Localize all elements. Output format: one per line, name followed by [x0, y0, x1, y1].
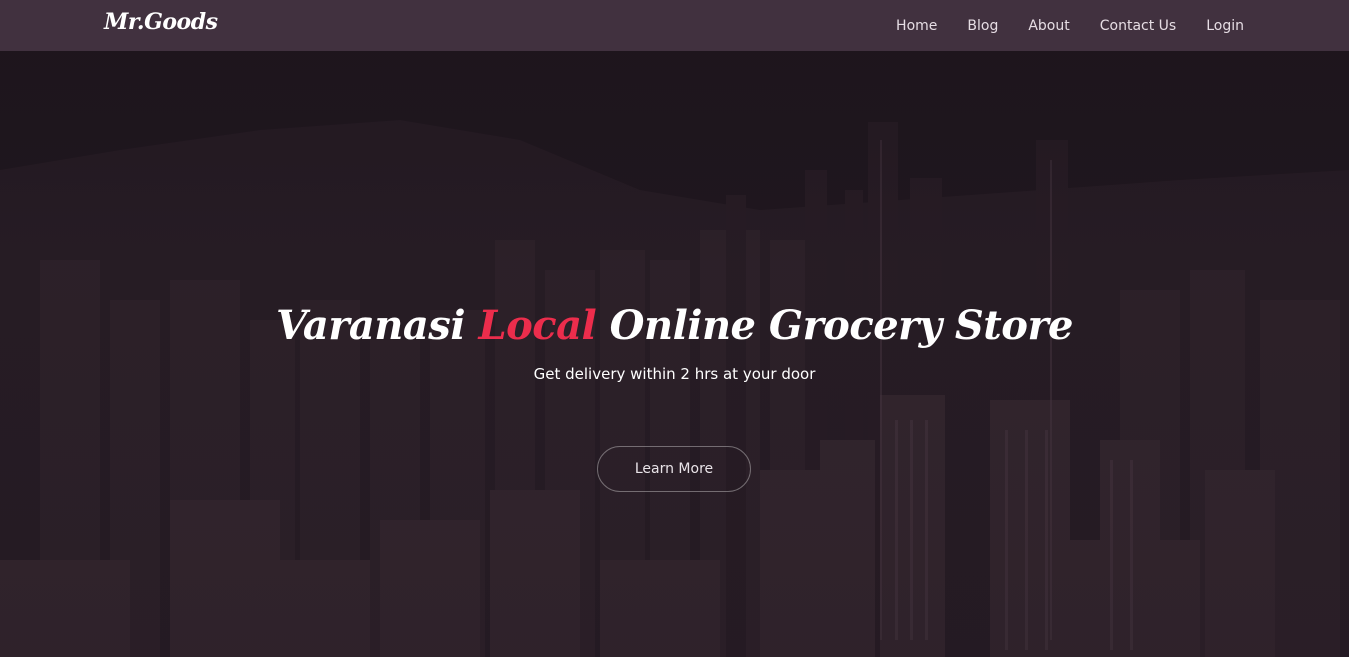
- top-navbar: Mr.Goods Home Blog About Contact Us Logi…: [0, 0, 1349, 51]
- nav-link-home[interactable]: Home: [896, 18, 937, 34]
- hero-subheadline: Get delivery within 2 hrs at your door: [533, 365, 816, 383]
- brand-logo[interactable]: Mr.Goods: [104, 9, 218, 35]
- nav-link-login[interactable]: Login: [1206, 18, 1244, 34]
- learn-more-button[interactable]: Learn More: [597, 446, 751, 492]
- nav-link-about[interactable]: About: [1028, 18, 1069, 34]
- hero-content: Varanasi Local Online Grocery Store Get …: [0, 0, 1349, 657]
- landing-page: Mr.Goods Home Blog About Contact Us Logi…: [0, 0, 1349, 657]
- nav-link-contact-us[interactable]: Contact Us: [1100, 18, 1176, 34]
- nav-menu: Home Blog About Contact Us Login: [896, 0, 1244, 51]
- nav-link-blog[interactable]: Blog: [967, 18, 998, 34]
- headline-accent-word: Local: [478, 302, 597, 349]
- hero-headline: Varanasi Local Online Grocery Store: [0, 298, 1349, 354]
- headline-part1: Varanasi: [276, 302, 479, 349]
- headline-part2: Online Grocery Store: [596, 302, 1074, 349]
